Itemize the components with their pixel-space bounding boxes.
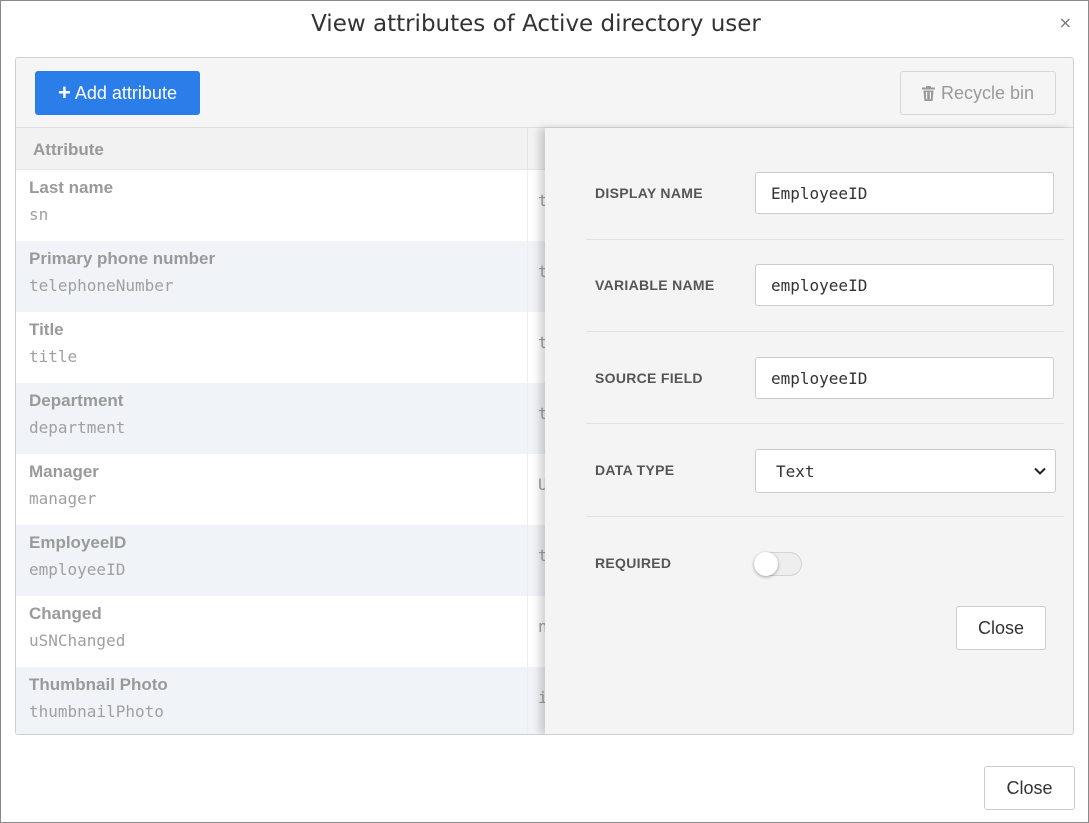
attribute-variable: uSNChanged [29, 631, 126, 650]
table-row[interactable]: Last name sn t [16, 170, 576, 241]
data-type-label: DATA TYPE [595, 462, 675, 478]
table-row[interactable]: Department department t [16, 383, 576, 454]
attribute-name: Primary phone number [29, 249, 216, 268]
column-divider [527, 596, 528, 667]
column-divider [527, 383, 528, 454]
toolbar: + Add attribute Recycle bin [16, 58, 1073, 128]
toggle-knob [754, 552, 778, 576]
table-row[interactable]: Primary phone number telephoneNumber t [16, 241, 576, 312]
attribute-name: Thumbnail Photo [29, 675, 168, 694]
column-divider [527, 454, 528, 525]
attribute-name: EmployeeID [29, 533, 127, 552]
variable-name-input[interactable] [755, 264, 1054, 306]
trash-icon [921, 85, 935, 101]
table-row[interactable]: Thumbnail Photo thumbnailPhoto i [16, 667, 576, 734]
plus-icon: + [58, 80, 71, 105]
attribute-variable: title [29, 347, 78, 366]
attribute-name: Last name [29, 178, 114, 197]
dialog-title: View attributes of Active directory user [311, 11, 761, 37]
attribute-detail-panel: DISPLAY NAME VARIABLE NAME SOURCE FIELD … [545, 128, 1073, 734]
required-toggle[interactable] [754, 552, 802, 576]
attribute-name: Manager [29, 462, 99, 481]
attribute-variable: manager [29, 489, 97, 508]
dialog: View attributes of Active directory user… [0, 0, 1089, 823]
table-header: Attribute [16, 128, 576, 170]
attributes-panel: + Add attribute Recycle bin Attribute La… [15, 57, 1074, 735]
table-row[interactable]: Changed uSNChanged n [16, 596, 576, 667]
panel-close-button[interactable]: Close [956, 606, 1046, 650]
add-attribute-label: Add attribute [74, 82, 177, 103]
chevron-down-icon [1034, 467, 1046, 475]
column-divider [527, 525, 528, 596]
attribute-name: Title [29, 320, 64, 339]
required-label: REQUIRED [595, 555, 672, 571]
data-type-select[interactable]: Text [755, 449, 1056, 493]
recycle-bin-label: Recycle bin [940, 82, 1035, 103]
column-divider [527, 128, 528, 169]
column-divider [527, 312, 528, 383]
column-header-attribute: Attribute [33, 140, 104, 159]
dialog-close-button[interactable]: Close [984, 766, 1075, 810]
table-row[interactable]: EmployeeID employeeID t [16, 525, 576, 596]
display-name-input[interactable] [755, 172, 1054, 214]
close-icon[interactable]: × [1059, 13, 1072, 32]
table-row[interactable]: Title title t [16, 312, 576, 383]
attribute-variable: sn [29, 205, 49, 224]
attribute-variable: thumbnailPhoto [29, 702, 164, 721]
column-divider [527, 241, 528, 312]
display-name-label: DISPLAY NAME [595, 185, 703, 201]
source-field-input[interactable] [755, 357, 1054, 399]
recycle-bin-button[interactable]: Recycle bin [900, 71, 1056, 115]
table-row[interactable]: Manager manager U [16, 454, 576, 525]
column-divider [527, 170, 528, 241]
column-divider [527, 667, 528, 734]
variable-name-label: VARIABLE NAME [595, 277, 715, 293]
attribute-name: Department [29, 391, 124, 410]
add-attribute-button[interactable]: + Add attribute [35, 71, 200, 115]
attribute-variable: department [29, 418, 126, 437]
attribute-variable: employeeID [29, 560, 126, 579]
attributes-table: Attribute Last name sn t Primary phone n… [16, 128, 576, 734]
source-field-label: SOURCE FIELD [595, 370, 703, 386]
attribute-name: Changed [29, 604, 102, 623]
data-type-value: Text [776, 461, 815, 481]
attribute-variable: telephoneNumber [29, 276, 174, 295]
